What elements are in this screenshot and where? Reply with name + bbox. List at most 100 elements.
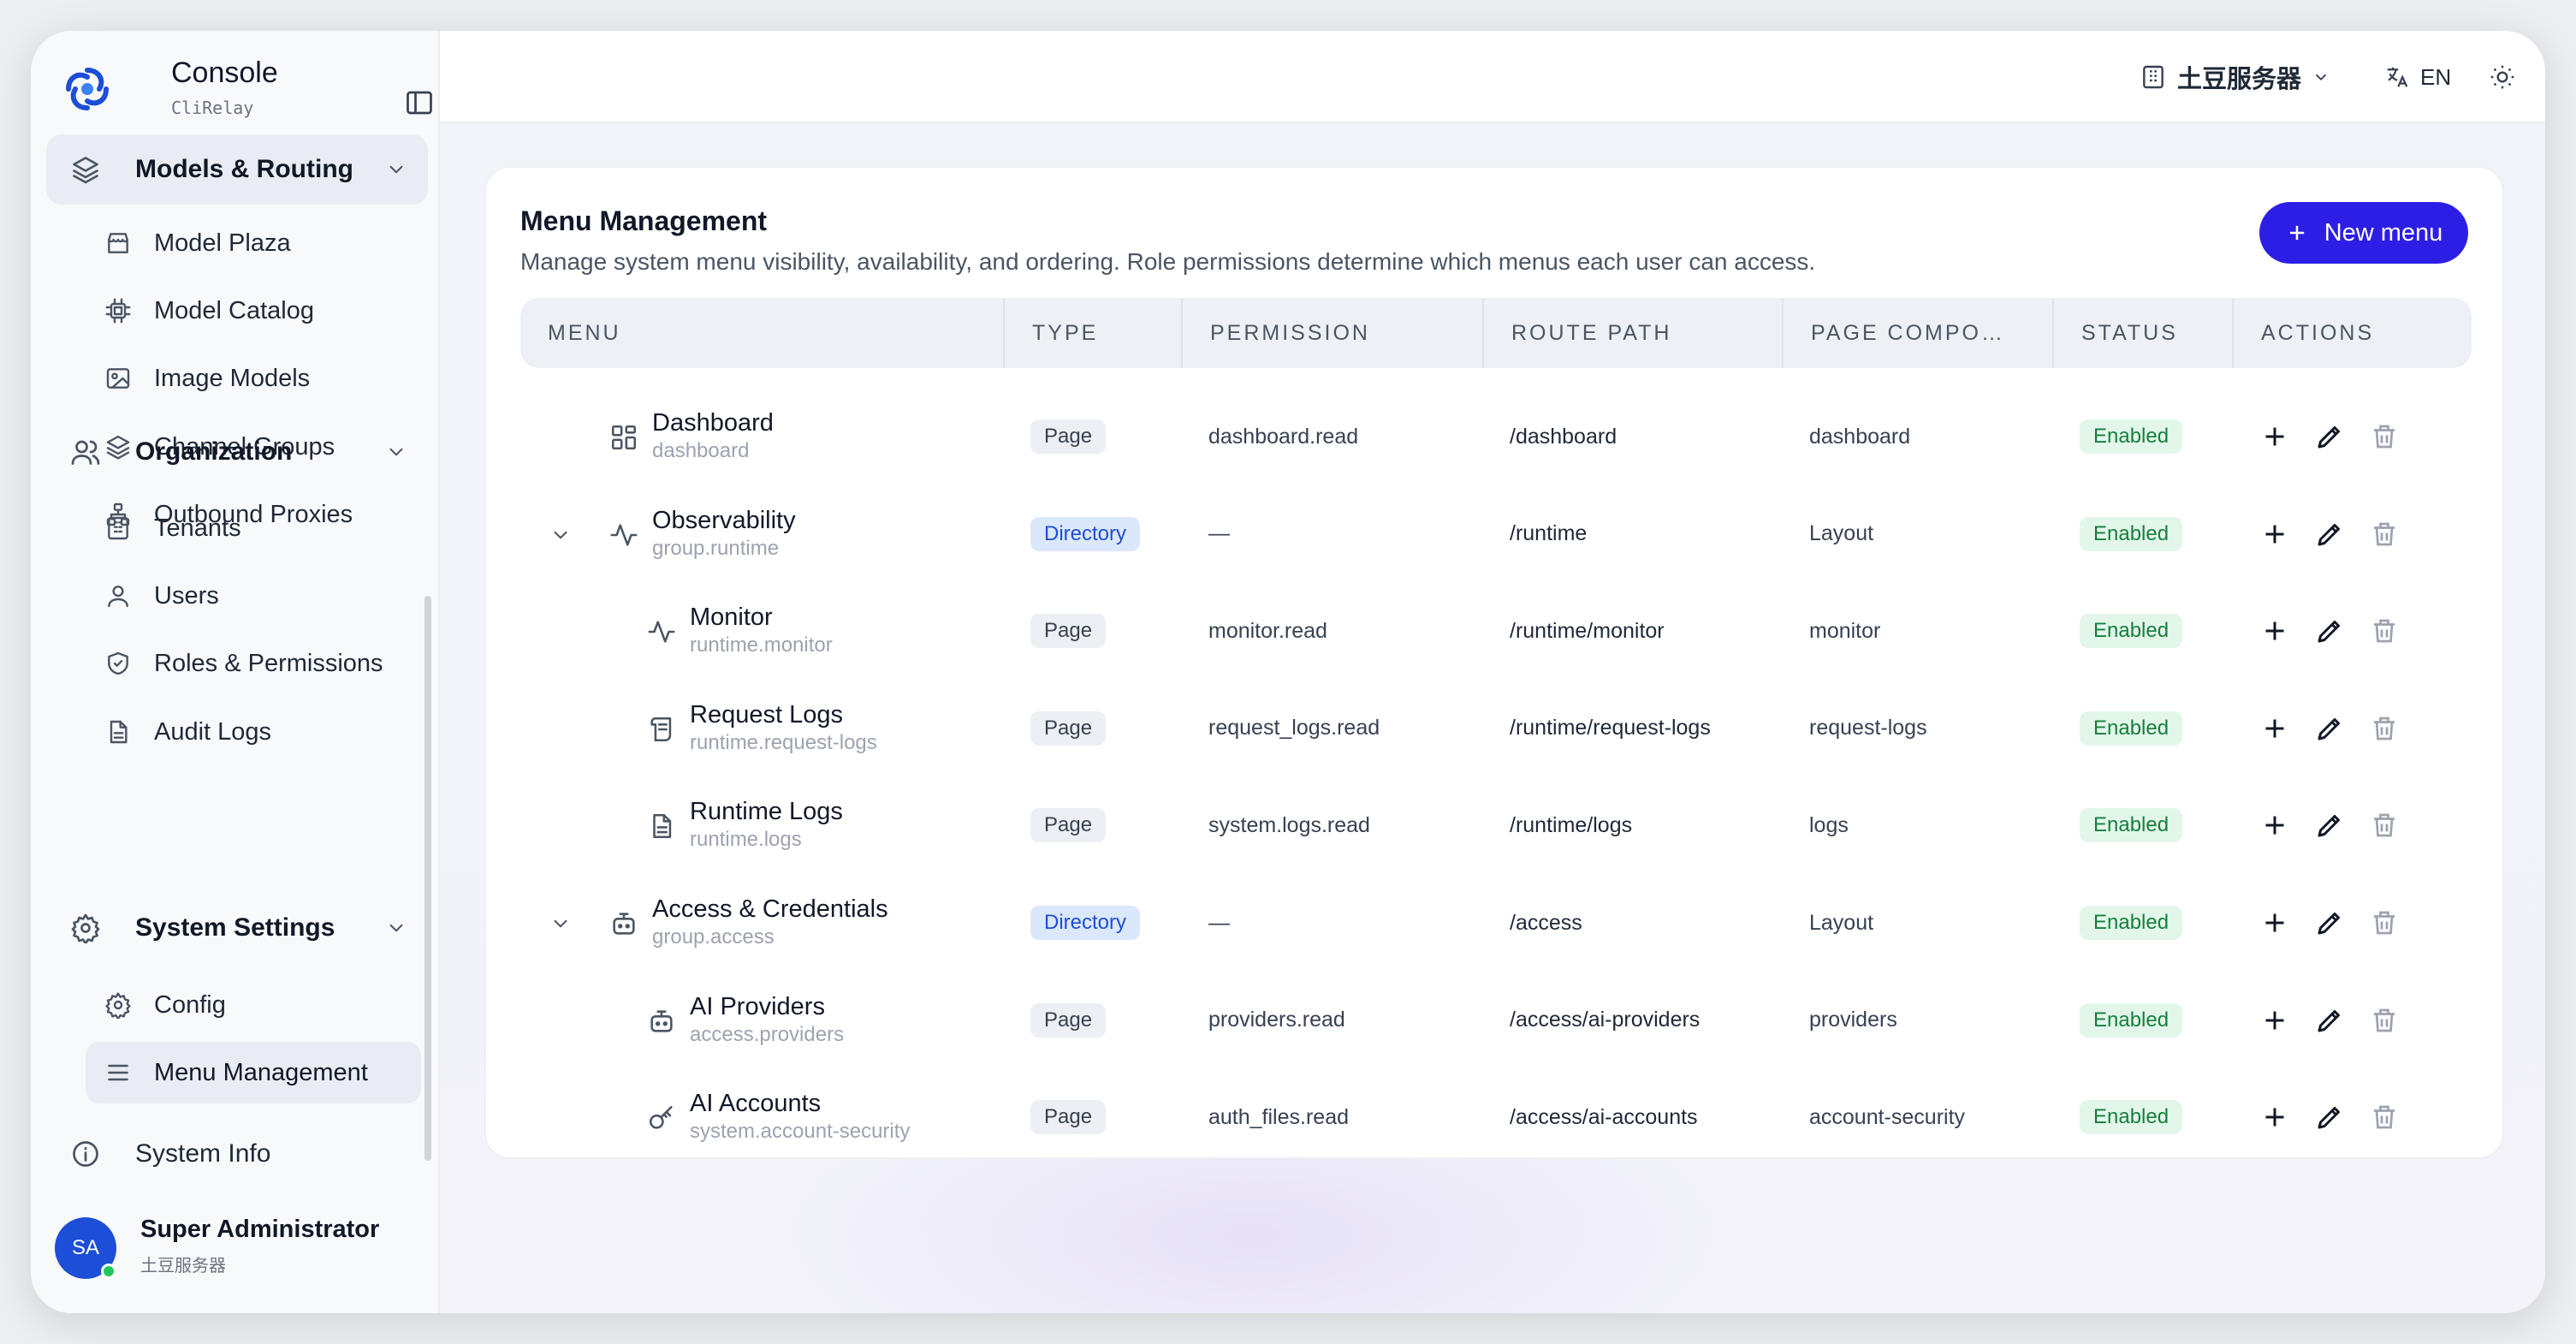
edit-pencil-icon[interactable]	[2314, 616, 2345, 646]
edit-pencil-icon[interactable]	[2314, 810, 2345, 841]
delete-trash-icon[interactable]	[2369, 616, 2400, 646]
add-child-icon[interactable]	[2259, 519, 2290, 550]
permission-cell: monitor.read	[1208, 618, 1327, 643]
menu-key: runtime.request-logs	[690, 730, 877, 754]
add-child-icon[interactable]	[2259, 907, 2290, 938]
table-row[interactable]: Observability group.runtime Directory — …	[520, 486, 2472, 582]
add-child-icon[interactable]	[2259, 421, 2290, 452]
file-text-icon	[110, 720, 128, 744]
table-row[interactable]: Monitor runtime.monitor Page monitor.rea…	[520, 583, 2472, 679]
sidebar-item-label: Image Models	[154, 364, 311, 392]
app-window: Console CliRelay Models & Routing Model …	[31, 31, 2545, 1313]
expand-toggle[interactable]	[549, 524, 572, 552]
sidebar-item-tenants[interactable]: Tenants	[86, 497, 421, 559]
new-menu-button[interactable]: New menu	[2259, 202, 2468, 264]
table-row[interactable]: AI Accounts system.account-security Page…	[520, 1069, 2472, 1165]
activity-icon	[610, 523, 638, 546]
permission-cell: —	[1208, 910, 1230, 935]
scroll-icon	[650, 717, 672, 741]
table-row[interactable]: Request Logs runtime.request-logs Page r…	[520, 681, 2472, 776]
type-badge: Directory	[1030, 516, 1141, 551]
sidebar-group-models-routing[interactable]: Models & Routing	[46, 134, 428, 205]
sidebar-item-model-catalog[interactable]: Model Catalog	[86, 280, 421, 342]
sidebar-item-label: Roles & Permissions	[154, 649, 383, 677]
type-badge: Page	[1030, 419, 1107, 454]
delete-trash-icon[interactable]	[2369, 1102, 2400, 1133]
route-path-cell: /runtime/request-logs	[1510, 716, 1711, 740]
cpu-icon	[105, 298, 131, 324]
sidebar-item-label: Users	[154, 581, 219, 610]
theme-sun-icon[interactable]	[2489, 63, 2516, 91]
route-path-cell: /access	[1510, 910, 1582, 935]
column-header-route-path[interactable]: ROUTE PATH	[1482, 298, 1782, 368]
sidebar-group-system-settings[interactable]: System Settings	[46, 893, 428, 963]
sidebar-item-roles-permissions[interactable]: Roles & Permissions	[86, 633, 421, 694]
language-switch[interactable]: EN	[2384, 56, 2451, 98]
image-icon	[106, 368, 130, 389]
delete-trash-icon[interactable]	[2369, 421, 2400, 452]
delete-trash-icon[interactable]	[2369, 1005, 2400, 1036]
sidebar-group-organization[interactable]: Organization	[46, 417, 428, 487]
user-name: Super Administrator	[140, 1216, 380, 1243]
column-header-type[interactable]: TYPE	[1003, 298, 1181, 368]
sidebar-item-image-models[interactable]: Image Models	[86, 348, 421, 409]
permission-cell: request_logs.read	[1208, 716, 1380, 740]
table-row[interactable]: Dashboard dashboard Page dashboard.read …	[520, 389, 2472, 485]
sidebar-toggle-icon[interactable]	[404, 87, 435, 118]
main-content: Menu Management Manage system menu visib…	[440, 123, 2545, 1313]
add-child-icon[interactable]	[2259, 1102, 2290, 1133]
edit-pencil-icon[interactable]	[2314, 1102, 2345, 1133]
component-cell: monitor	[1809, 618, 1881, 643]
menu-name: Access & Credentials	[652, 895, 888, 923]
plus-icon	[2289, 225, 2304, 241]
menu-name: Dashboard	[652, 409, 774, 437]
edit-pencil-icon[interactable]	[2314, 519, 2345, 550]
delete-trash-icon[interactable]	[2369, 713, 2400, 744]
delete-trash-icon[interactable]	[2369, 907, 2400, 938]
expand-toggle[interactable]	[549, 913, 572, 941]
route-path-cell: /runtime/logs	[1510, 812, 1633, 837]
sidebar-scrollbar[interactable]	[424, 596, 431, 1161]
add-child-icon[interactable]	[2259, 713, 2290, 744]
type-badge: Page	[1030, 711, 1107, 746]
table-row[interactable]: Access & Credentials group.access Direct…	[520, 875, 2472, 971]
component-cell: request-logs	[1809, 716, 1927, 740]
edit-pencil-icon[interactable]	[2314, 713, 2345, 744]
brand[interactable]: Console CliRelay	[62, 45, 432, 134]
edit-pencil-icon[interactable]	[2314, 1005, 2345, 1036]
gear-icon	[71, 913, 100, 945]
sidebar-item-config[interactable]: Config	[86, 974, 421, 1036]
sidebar-group-system-info[interactable]: System Info	[46, 1119, 428, 1189]
new-menu-label: New menu	[2324, 218, 2443, 247]
add-child-icon[interactable]	[2259, 1005, 2290, 1036]
page-description: Manage system menu visibility, availabil…	[520, 248, 1816, 275]
sidebar-item-label: Model Plaza	[154, 229, 291, 257]
table-row[interactable]: AI Providers access.providers Page provi…	[520, 972, 2472, 1068]
table-row[interactable]: Runtime Logs runtime.logs Page system.lo…	[520, 777, 2472, 873]
column-header-permission[interactable]: PERMISSION	[1181, 298, 1482, 368]
column-header-menu[interactable]: MENU	[520, 298, 1003, 368]
column-header-page-compo[interactable]: PAGE COMPO…	[1782, 298, 2052, 368]
status-badge: Enabled	[2080, 711, 2183, 746]
add-child-icon[interactable]	[2259, 810, 2290, 841]
permission-cell: auth_files.read	[1208, 1104, 1350, 1129]
add-child-icon[interactable]	[2259, 616, 2290, 646]
sidebar-item-audit-logs[interactable]: Audit Logs	[86, 701, 421, 763]
bot-icon	[613, 913, 635, 935]
delete-trash-icon[interactable]	[2369, 519, 2400, 550]
edit-pencil-icon[interactable]	[2314, 421, 2345, 452]
delete-trash-icon[interactable]	[2369, 810, 2400, 841]
logo-icon	[66, 68, 109, 110]
edit-pencil-icon[interactable]	[2314, 907, 2345, 938]
user-profile[interactable]: SA Super Administrator 土豆服务器	[55, 1204, 431, 1289]
route-path-cell: /dashboard	[1510, 424, 1617, 449]
type-badge: Page	[1030, 1100, 1107, 1135]
sidebar-item-users[interactable]: Users	[86, 565, 421, 627]
column-header-status[interactable]: STATUS	[2052, 298, 2232, 368]
menu-name: Monitor	[690, 604, 773, 632]
server-selector[interactable]: 土豆服务器	[2140, 56, 2330, 98]
sidebar-item-menu-management[interactable]: Menu Management	[86, 1042, 421, 1103]
sidebar-item-model-plaza[interactable]: Model Plaza	[86, 212, 421, 274]
column-header-actions[interactable]: ACTIONS	[2232, 298, 2472, 368]
page-title: Menu Management	[520, 205, 768, 236]
